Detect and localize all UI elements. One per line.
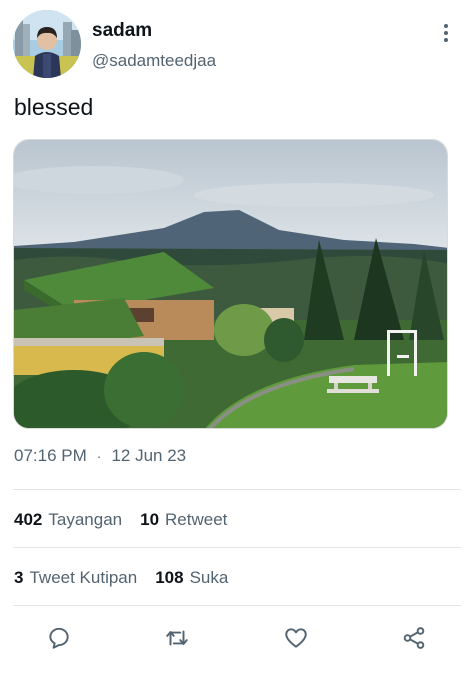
quotes-label: Tweet Kutipan bbox=[29, 568, 138, 587]
tweet-date: 12 Jun 23 bbox=[111, 446, 187, 465]
tweet-time: 07:16 PM bbox=[14, 446, 87, 465]
tweet-photo[interactable] bbox=[13, 139, 448, 429]
divider bbox=[13, 605, 461, 606]
share-icon[interactable] bbox=[398, 622, 430, 654]
stats-row-views-retweets: 402 Tayangan 10 Retweet bbox=[14, 510, 245, 530]
more-dot bbox=[444, 31, 448, 35]
more-dot bbox=[444, 38, 448, 42]
avatar[interactable] bbox=[13, 10, 81, 78]
tweet-header: sadam @sadamteedjaa bbox=[0, 0, 474, 90]
action-bar bbox=[0, 618, 474, 658]
views-count: 402 bbox=[14, 510, 43, 529]
more-options-icon[interactable] bbox=[430, 20, 462, 46]
views-label: Tayangan bbox=[48, 510, 123, 529]
likes-count: 108 bbox=[155, 568, 184, 587]
likes-stat[interactable]: 108 Suka bbox=[155, 568, 228, 588]
quotes-stat[interactable]: 3 Tweet Kutipan bbox=[14, 568, 137, 588]
more-dot bbox=[444, 24, 448, 28]
quotes-count: 3 bbox=[14, 568, 24, 587]
divider bbox=[13, 489, 461, 490]
separator: · bbox=[96, 448, 102, 464]
retweets-stat[interactable]: 10 Retweet bbox=[140, 510, 227, 530]
divider bbox=[13, 547, 461, 548]
tweet-timestamp[interactable]: 07:16 PM · 12 Jun 23 bbox=[14, 446, 186, 466]
reply-icon[interactable] bbox=[43, 622, 75, 654]
user-handle[interactable]: @sadamteedjaa bbox=[92, 51, 216, 71]
retweets-label: Retweet bbox=[165, 510, 228, 529]
tweet-text: blessed bbox=[14, 94, 94, 120]
retweets-count: 10 bbox=[140, 510, 160, 529]
stats-row-quotes-likes: 3 Tweet Kutipan 108 Suka bbox=[14, 568, 246, 588]
heart-icon[interactable] bbox=[280, 622, 312, 654]
views-stat[interactable]: 402 Tayangan bbox=[14, 510, 122, 530]
display-name[interactable]: sadam bbox=[92, 20, 152, 42]
retweet-icon[interactable] bbox=[161, 622, 193, 654]
likes-label: Suka bbox=[189, 568, 229, 587]
